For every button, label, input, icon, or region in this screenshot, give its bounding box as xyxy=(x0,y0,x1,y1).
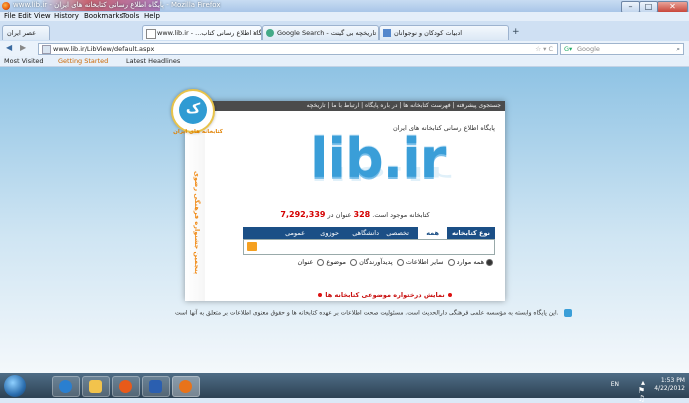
side-banner: پنجمین جشنواره فرهنگی رضوی xyxy=(185,111,205,301)
collection-count: کتابخانه موجود است. 328 عنوان در 7,292,3… xyxy=(270,210,440,219)
menu-help[interactable]: Help xyxy=(144,12,160,21)
count-mid-text: عنوان در xyxy=(327,211,352,219)
url-bar[interactable]: www.lib.ir/LibView/default.aspx ☆ ▾ C xyxy=(38,43,558,55)
tray-icons[interactable]: ▴ ⚑ ♫ xyxy=(638,379,645,403)
count-suffix-text: کتابخانه موجود است. xyxy=(372,211,430,219)
bookmark-star-icon[interactable]: ☆ ▾ C xyxy=(535,44,553,54)
back-button[interactable]: ◀ xyxy=(6,43,12,52)
url-text: www.lib.ir/LibView/default.aspx xyxy=(53,45,155,53)
taskbar-explorer[interactable] xyxy=(82,376,110,397)
library-type-tabs: نوع کتابخانه همه تخصصی دانشگاهی حوزوی عم… xyxy=(243,227,495,239)
google-icon xyxy=(266,29,274,37)
radio-label: عنوان xyxy=(297,258,314,266)
menu-edit[interactable]: Edit xyxy=(18,12,32,21)
thematic-tree-link[interactable]: نمایش درختواره موضوعی کتابخانه ها xyxy=(285,291,485,299)
bookmark-latest-headlines[interactable]: Latest Headlines xyxy=(126,56,180,66)
menu-view[interactable]: View xyxy=(34,12,51,21)
firefox-icon xyxy=(2,2,10,10)
tab-label: عصر ایران xyxy=(7,29,36,37)
bookmarks-toolbar: Most Visited Getting Started Latest Head… xyxy=(0,56,689,67)
firefox-icon xyxy=(179,380,192,393)
tab-university[interactable]: دانشگاهی xyxy=(348,227,383,239)
library-count: 328 xyxy=(353,210,371,219)
tab-lib-ir[interactable]: www.lib.ir - ...پایگاه اطلاع رسانی کتاب … xyxy=(142,25,262,40)
festival-vertical-text[interactable]: پنجمین جشنواره فرهنگی رضوی xyxy=(187,171,201,291)
tab-bar: عصر ایران www.lib.ir - ...پایگاه اطلاع ر… xyxy=(0,21,689,41)
site-header-links[interactable]: جستجوی پیشرفته | فهرست کتابخانه ها | در … xyxy=(185,101,505,111)
language-indicator[interactable]: EN xyxy=(611,381,619,389)
tab-all[interactable]: همه xyxy=(418,227,447,239)
radio-label: همه موارد xyxy=(456,258,484,266)
brand-reflection: lib.ir xyxy=(310,162,452,185)
folder-icon xyxy=(89,380,102,393)
bookmark-most-visited[interactable]: Most Visited xyxy=(4,56,44,66)
taskbar-ie[interactable] xyxy=(52,376,80,397)
windows-taskbar: EN ▴ ⚑ ♫ 1:53 PM 4/22/2012 xyxy=(0,373,689,403)
site-main-card: جستجوی پیشرفته | فهرست کتابخانه ها | در … xyxy=(171,89,505,301)
menu-file[interactable]: File xyxy=(4,12,16,21)
tab-asr-iran[interactable]: عصر ایران xyxy=(2,25,50,40)
dar-al-hadith-logo-icon[interactable] xyxy=(563,309,572,317)
title-count: 7,292,339 xyxy=(280,210,326,219)
tab-label: Google Search - تاریخچه بی گینت xyxy=(277,29,377,37)
tab-google-search[interactable]: Google Search - تاریخچه بی گینت xyxy=(262,25,379,40)
taskbar-firefox[interactable] xyxy=(172,376,200,397)
tab-specialized[interactable]: تخصصی xyxy=(382,227,413,239)
forward-button[interactable]: ▶ xyxy=(20,43,26,52)
tab-label: ادبیات کودکان و نوجوانان xyxy=(394,29,463,37)
navigation-bar: ◀ ▶ www.lib.ir/LibView/default.aspx ☆ ▾ … xyxy=(0,41,689,57)
footer-text: این پایگاه وابسته به مؤسسه علمی فرهنگی د… xyxy=(175,309,559,317)
start-button[interactable] xyxy=(4,375,26,397)
site-icon xyxy=(383,29,391,37)
thematic-link-text[interactable]: نمایش درختواره موضوعی کتابخانه ها xyxy=(325,291,444,299)
search-button[interactable] xyxy=(247,242,257,251)
site-favicon-icon xyxy=(42,45,51,54)
taskbar-word[interactable] xyxy=(142,376,170,397)
header-links-text[interactable]: جستجوی پیشرفته | فهرست کتابخانه ها | در … xyxy=(307,102,501,109)
radio-label: موضوع xyxy=(326,258,346,266)
tab-public[interactable]: عمومی xyxy=(281,227,309,239)
system-tray[interactable]: EN ▴ ⚑ ♫ 1:53 PM 4/22/2012 xyxy=(611,377,685,403)
menu-bar: File Edit View History Bookmarks Tools H… xyxy=(0,12,689,21)
catalog-search-input[interactable] xyxy=(243,239,495,255)
media-player-icon xyxy=(119,380,132,393)
radio-subject[interactable]: موضوع xyxy=(315,258,346,266)
tab-children-literature[interactable]: ادبیات کودکان و نوجوانان xyxy=(379,25,509,40)
radio-other-info[interactable]: سایر اطلاعات xyxy=(395,258,444,266)
radio-label: سایر اطلاعات xyxy=(405,258,444,266)
clock-date: 4/22/2012 xyxy=(654,385,685,392)
tab-seminary[interactable]: حوزوی xyxy=(316,227,343,239)
taskbar-media-player[interactable] xyxy=(112,376,140,397)
menu-bookmarks[interactable]: Bookmarks xyxy=(84,12,123,21)
logo-glyph: ک xyxy=(179,96,207,124)
bookmark-getting-started[interactable]: Getting Started xyxy=(58,56,108,66)
ie-icon xyxy=(59,380,72,393)
search-placeholder: Google xyxy=(577,45,600,53)
tab-label: www.lib.ir - ...پایگاه اطلاع رسانی کتاب xyxy=(157,29,262,37)
window-title-bar: www.lib.ir - پایگاه اطلاع رسانی کتابخانه… xyxy=(0,0,689,13)
radio-authors[interactable]: پدیدآورندگان xyxy=(348,258,393,266)
logo-caption: کتابخانه های ایران xyxy=(173,129,223,135)
site-logo[interactable]: ک کتابخانه های ایران xyxy=(171,89,223,135)
menu-history[interactable]: History xyxy=(54,12,79,21)
radio-all-fields[interactable]: همه موارد xyxy=(446,258,484,266)
menu-tools[interactable]: Tools xyxy=(122,12,139,21)
page-icon xyxy=(146,29,156,39)
word-icon xyxy=(149,380,162,393)
site-footer: این پایگاه وابسته به مؤسسه علمی فرهنگی د… xyxy=(175,309,572,317)
tab-close-icon[interactable]: × xyxy=(253,26,258,40)
google-search-engine-icon[interactable]: G▾ xyxy=(564,44,572,54)
window-title: www.lib.ir - پایگاه اطلاع رسانی کتابخانه… xyxy=(13,1,221,9)
search-scope-radios: همه موارد سایر اطلاعات پدیدآورندگان موضو… xyxy=(243,257,495,267)
search-input[interactable]: G▾ Google ⌕ xyxy=(560,43,684,55)
magnifier-icon[interactable]: ⌕ xyxy=(676,44,680,54)
new-tab-button[interactable]: + xyxy=(512,27,520,37)
tab-library-type-label: نوع کتابخانه xyxy=(451,229,490,237)
radio-label: پدیدآورندگان xyxy=(359,258,393,266)
clock-time: 1:53 PM xyxy=(660,377,685,384)
